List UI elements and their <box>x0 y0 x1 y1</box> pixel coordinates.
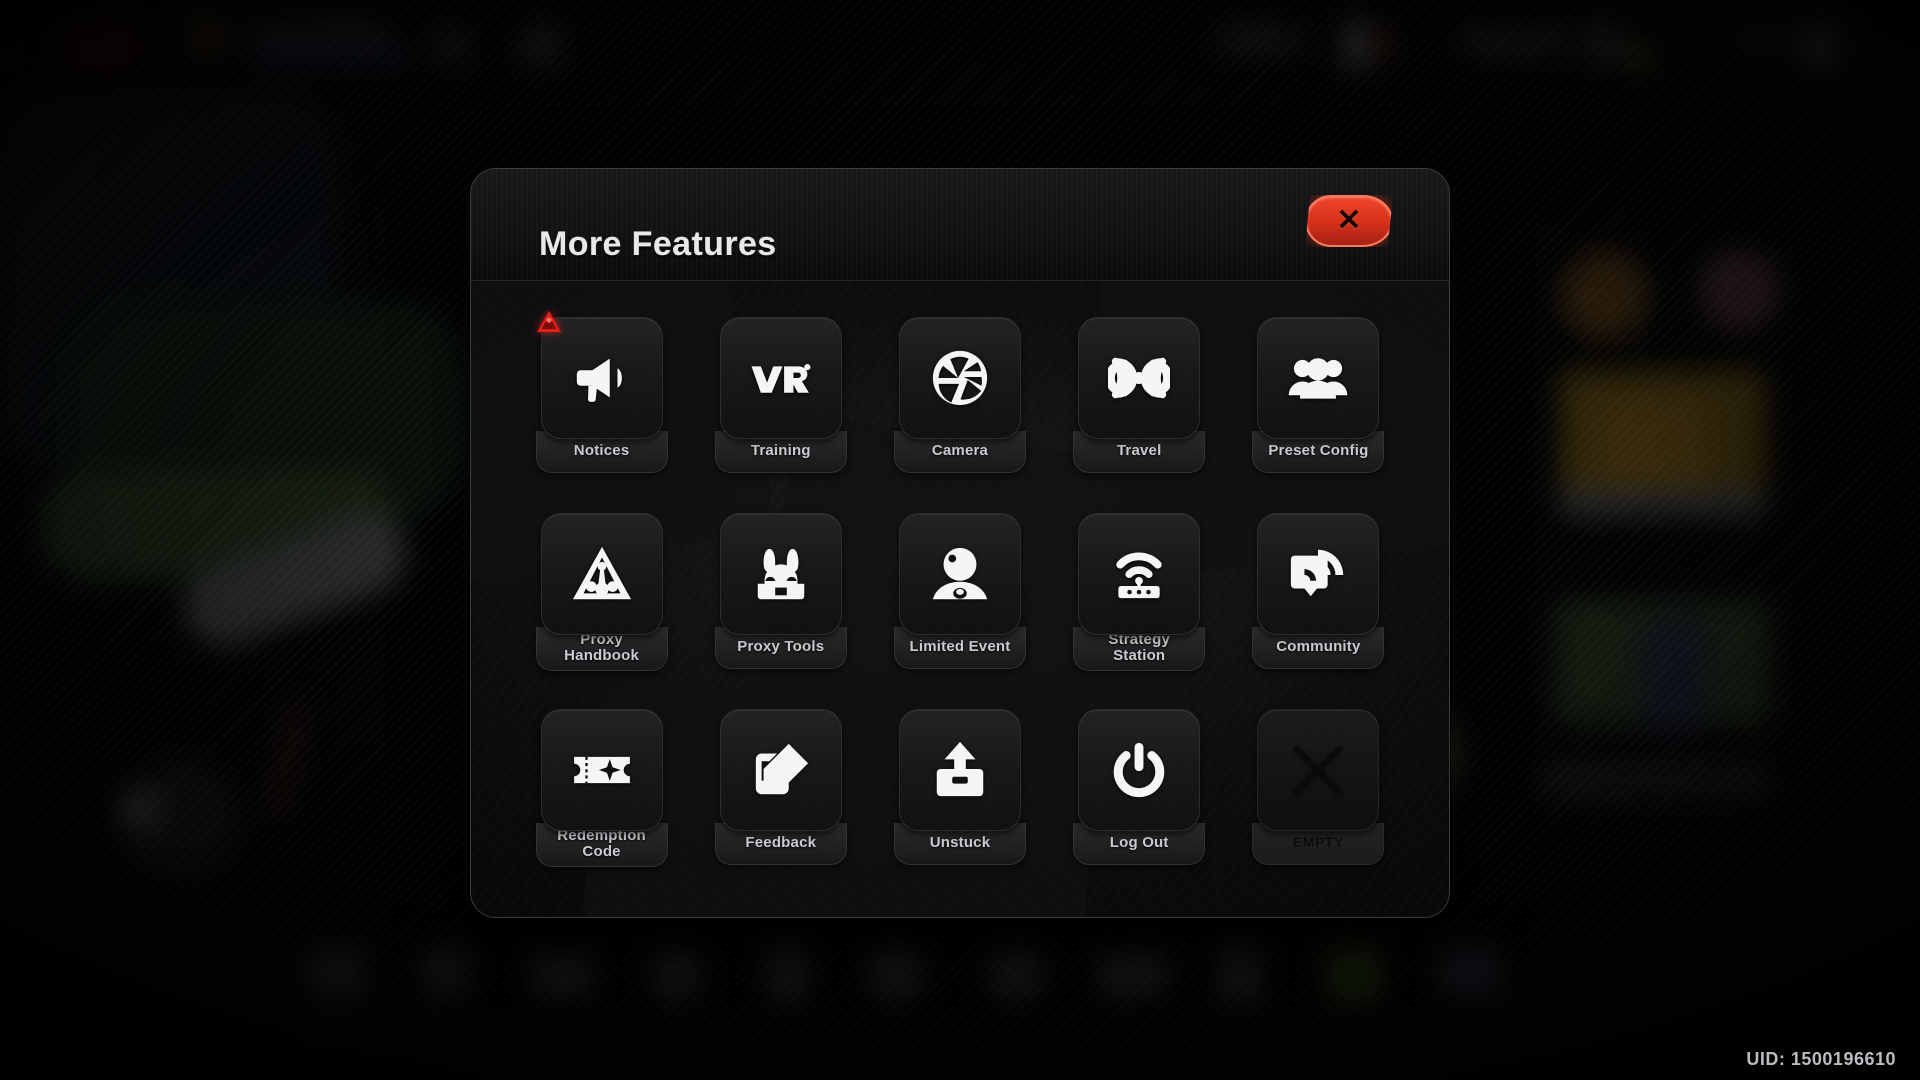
megaphone-icon <box>576 358 622 402</box>
feature-tile-strategy-station[interactable]: Strategy Station <box>1061 513 1218 691</box>
tile-label: Travel <box>1116 441 1162 459</box>
tile-icon-box <box>719 709 842 831</box>
bunny-mascot-icon <box>757 548 805 600</box>
tile-icon-box <box>1078 513 1201 635</box>
close-button[interactable]: ✕ <box>1305 195 1393 247</box>
tile-label: Camera <box>931 441 989 459</box>
close-icon: ✕ <box>1336 204 1362 237</box>
eject-upload-icon <box>936 741 984 797</box>
feature-grid: Notices Training Camera Travel Preset Config… <box>523 311 1397 887</box>
tile-icon-box <box>1257 317 1380 439</box>
feature-tile-limited-event[interactable]: Limited Event <box>881 513 1038 691</box>
tile-label: Notices <box>573 441 630 459</box>
aperture-icon <box>932 350 988 406</box>
tile-icon-box <box>719 317 842 439</box>
feature-tile-training[interactable]: Training <box>702 317 859 495</box>
page-title: More Features <box>539 225 777 263</box>
tile-label: Proxy Tools <box>737 637 825 655</box>
ticket-star-icon <box>573 756 630 784</box>
tile-label: Training <box>750 441 811 459</box>
tile-label: Strategy Station <box>1108 631 1170 665</box>
feature-tile-log-out[interactable]: Log Out <box>1061 709 1218 887</box>
tile-label: Preset Config <box>1268 441 1369 459</box>
feature-tile-community[interactable]: Community <box>1240 513 1397 691</box>
feature-tile-notices[interactable]: Notices <box>523 311 680 495</box>
feature-tile-camera[interactable]: Camera <box>881 317 1038 495</box>
tile-icon-box <box>1257 709 1380 831</box>
tile-icon-box <box>536 311 663 439</box>
character-icon <box>932 547 988 600</box>
feature-tile-proxy-handbook[interactable]: Proxy Handbook <box>523 513 680 691</box>
vr-logo-icon <box>751 364 811 393</box>
tile-label: Unstuck <box>929 833 991 851</box>
tile-icon-box <box>1257 513 1380 635</box>
feature-tile-travel[interactable]: Travel <box>1061 317 1218 495</box>
tile-label: Feedback <box>745 833 817 851</box>
tile-icon-box <box>1078 317 1201 439</box>
tile-icon-box <box>898 317 1021 439</box>
tile-label: Proxy Handbook <box>564 631 640 665</box>
tile-label: Limited Event <box>909 637 1011 655</box>
tile-icon-box <box>1078 709 1201 831</box>
tile-label: Log Out <box>1109 833 1169 851</box>
feature-tile-proxy-tools[interactable]: Proxy Tools <box>702 513 859 691</box>
feature-tile-redemption-code[interactable]: Redemption Code <box>523 709 680 887</box>
power-icon <box>1113 742 1165 798</box>
dialog-header: More Features ✕ <box>471 169 1449 281</box>
feature-tile-feedback[interactable]: Feedback <box>702 709 859 887</box>
tile-label: EMPTY <box>1292 834 1344 851</box>
tile-icon-box <box>898 513 1021 635</box>
feature-tile-preset-config[interactable]: Preset Config <box>1240 317 1397 495</box>
dialog-body: Notices Training Camera Travel Preset Config… <box>471 281 1449 917</box>
game-screen: UID: 1500196610 More Features ✕ Notices T… <box>0 0 1920 1080</box>
group-users-icon <box>1289 358 1348 399</box>
tile-icon-box <box>898 709 1021 831</box>
broadcast-icon <box>1108 357 1171 399</box>
tile-label: Redemption Code <box>557 827 646 861</box>
compass-pen-icon <box>572 546 631 600</box>
x-cross-icon <box>1294 746 1343 794</box>
pencil-edit-icon <box>755 743 808 795</box>
uid-label: UID: 1500196610 <box>1746 1049 1896 1069</box>
notification-badge-icon <box>536 310 562 333</box>
tile-icon-box <box>719 513 842 635</box>
wifi-router-icon <box>1116 552 1162 599</box>
signal-bubble-icon <box>1291 549 1344 597</box>
tile-icon-box <box>540 513 663 635</box>
feature-tile-unstuck[interactable]: Unstuck <box>881 709 1038 887</box>
feature-tile-empty[interactable]: EMPTY <box>1240 709 1397 887</box>
tile-icon-box <box>540 709 663 831</box>
tile-label: Community <box>1276 637 1361 655</box>
more-features-dialog: More Features ✕ Notices Training Camera Tra… <box>470 168 1450 918</box>
